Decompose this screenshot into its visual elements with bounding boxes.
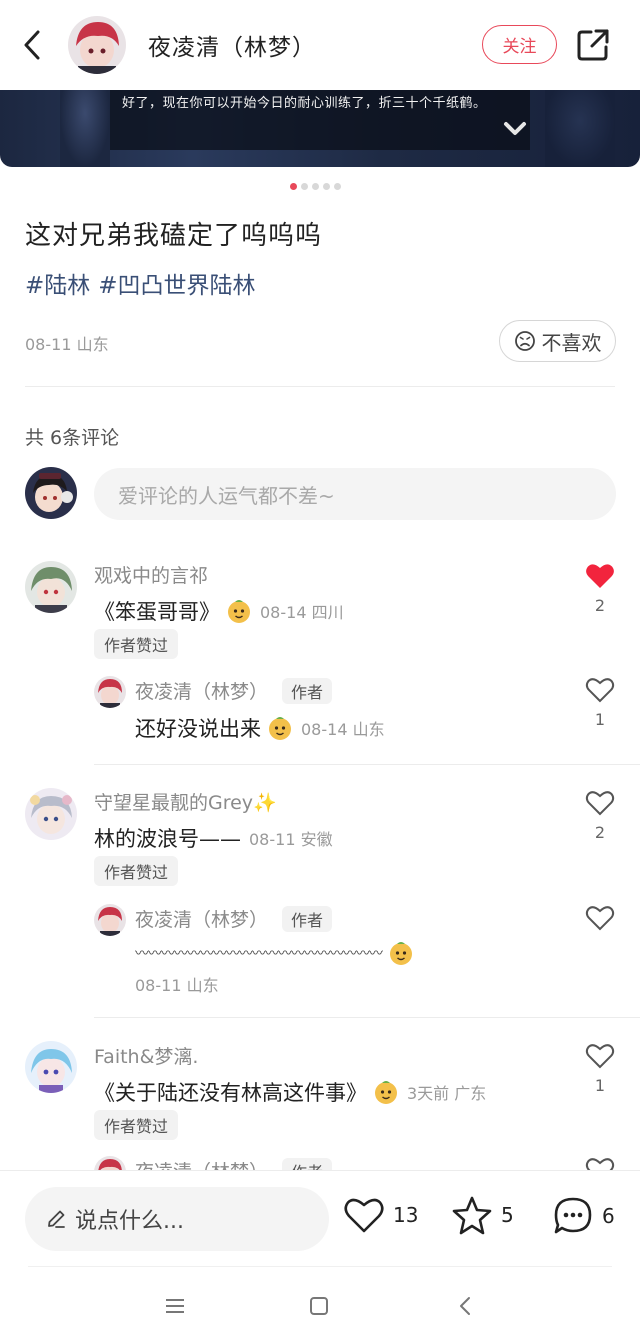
top-header: 夜凌清（林梦） 关注	[0, 0, 640, 90]
carousel-dot-active	[290, 183, 297, 190]
author-badge: 作者	[282, 677, 333, 704]
heart-outline-icon	[585, 906, 615, 931]
comment-count-label: 共 6条评论	[25, 427, 120, 449]
back-arrow-icon[interactable]	[18, 26, 50, 64]
sad-face-icon	[514, 331, 535, 351]
heart-outline-icon	[585, 1044, 615, 1069]
like-count: 2	[594, 823, 606, 842]
like-count: 1	[594, 1076, 606, 1095]
comment-text: 林的波浪号—— 08-11 安徽	[94, 823, 333, 853]
author-avatar[interactable]	[68, 16, 126, 74]
comment-body: 林的波浪号——	[94, 827, 241, 851]
reply-like-button[interactable]	[580, 904, 620, 932]
comment-body: 《关于陆还没有林高这件事》	[94, 1081, 367, 1105]
pencil-icon	[48, 1210, 65, 1228]
emoji-face-icon	[390, 942, 412, 965]
emoji-face-icon	[269, 717, 291, 740]
comment-like-button[interactable]: 2	[580, 562, 620, 615]
share-icon[interactable]	[576, 28, 610, 62]
comment-bubble-icon	[554, 1197, 592, 1234]
chevron-down-icon	[503, 120, 527, 138]
emoji-face-icon	[228, 600, 250, 623]
carousel-dot	[323, 183, 330, 190]
say-placeholder: 说点什么...	[75, 1209, 184, 1234]
post-title: 这对兄弟我磕定了呜呜呜	[25, 221, 323, 251]
author-liked-badge: 作者赞过	[94, 629, 179, 659]
dislike-label: 不喜欢	[541, 330, 602, 355]
author-liked-badge: 作者赞过	[94, 1110, 179, 1140]
commenter-name[interactable]: Faith&梦漓.	[94, 1042, 198, 1069]
comment-date-location: 08-11 安徽	[249, 830, 333, 849]
image-figure-left	[60, 90, 110, 167]
section-divider	[25, 386, 615, 387]
image-figure-right	[545, 90, 615, 167]
carousel-dot	[301, 183, 308, 190]
comment-like-button[interactable]: 1	[580, 1042, 620, 1095]
like-count: 2	[594, 596, 606, 615]
reply-date-location: 08-11 山东	[135, 976, 219, 995]
reply-like-button[interactable]: 1	[580, 676, 620, 729]
reply-avatar[interactable]	[94, 676, 126, 708]
nav-back-icon[interactable]	[450, 1291, 480, 1321]
reply-text: 还好没说出来 08-14 山东	[135, 713, 385, 743]
favorite-action[interactable]: 5	[451, 1195, 514, 1235]
carousel-indicator	[290, 183, 341, 190]
author-name[interactable]: 夜凌清（林梦）	[148, 28, 316, 62]
heart-outline-icon	[344, 1198, 384, 1233]
reply-author-name[interactable]: 夜凌清（林梦）	[135, 905, 268, 932]
emoji-face-icon	[375, 1081, 397, 1104]
comment-text: 《笨蛋哥哥》 08-14 四川	[94, 596, 344, 626]
like-action[interactable]: 13	[343, 1195, 418, 1235]
image-subtitle-text: 好了，现在你可以开始今日的耐心训练了，折三十个千纸鹤。	[122, 96, 487, 111]
menu-icon[interactable]	[160, 1291, 190, 1321]
comment-input[interactable]: 爱评论的人运气都不差~	[94, 468, 616, 520]
tag-link[interactable]: #凹凸世界陆林	[98, 266, 255, 300]
post-image-carousel[interactable]: 好了，现在你可以开始今日的耐心训练了，折三十个千纸鹤。	[0, 90, 640, 167]
commenter-name[interactable]: 守望星最靓的Grey✨	[94, 788, 277, 815]
say-something-input[interactable]: 说点什么...	[25, 1187, 329, 1251]
tag-link[interactable]: #陆林	[25, 266, 90, 300]
reply-header: 夜凌清（林梦） 作者	[135, 905, 333, 932]
comment-text: 《关于陆还没有林高这件事》 3天前 广东	[94, 1077, 486, 1107]
heart-outline-icon	[585, 791, 615, 816]
star-outline-icon	[452, 1196, 492, 1235]
author-badge: 作者	[282, 905, 333, 932]
comment-date-location: 3天前 广东	[407, 1084, 487, 1103]
post-date-location: 08-11 山东	[25, 335, 109, 354]
comment-date-location: 08-14 四川	[260, 603, 344, 622]
like-count: 1	[594, 710, 606, 729]
author-liked-badge: 作者赞过	[94, 856, 179, 886]
follow-button[interactable]: 关注	[482, 25, 557, 64]
comment-like-button[interactable]: 2	[580, 789, 620, 842]
carousel-dot	[312, 183, 319, 190]
comment-count: 6	[602, 1204, 615, 1228]
my-avatar	[25, 467, 77, 519]
comment-action[interactable]: 6	[552, 1195, 615, 1237]
comment-divider	[94, 1017, 640, 1018]
reply-header: 夜凌清（林梦） 作者	[135, 677, 333, 704]
commenter-avatar[interactable]	[25, 788, 77, 840]
commenter-name[interactable]: 观戏中的言祁	[94, 561, 208, 588]
reply-text: 〰〰〰〰〰〰〰〰〰〰〰〰〰〰〰〰〰〰〰	[135, 940, 414, 966]
favorite-count: 5	[501, 1203, 514, 1227]
reply-date-location: 08-14 山东	[301, 720, 385, 739]
home-icon[interactable]	[304, 1291, 334, 1321]
reply-body: 还好没说出来	[135, 717, 261, 741]
system-navigation-bar	[0, 1271, 640, 1342]
comment-body: 《笨蛋哥哥》	[94, 600, 220, 624]
nav-divider	[28, 1266, 612, 1267]
dislike-button[interactable]: 不喜欢	[499, 320, 616, 362]
heart-outline-icon	[585, 678, 615, 703]
reply-body: 〰〰〰〰〰〰〰〰〰〰〰〰〰〰〰〰〰〰〰	[135, 946, 383, 962]
bottom-action-bar: 说点什么... 13 5 6	[0, 1170, 640, 1342]
post-tags: #陆林 #凹凸世界陆林	[25, 266, 256, 300]
commenter-avatar[interactable]	[25, 561, 77, 613]
reply-author-name[interactable]: 夜凌清（林梦）	[135, 677, 268, 704]
reply-avatar[interactable]	[94, 904, 126, 936]
comment-divider	[94, 764, 640, 765]
heart-filled-icon	[586, 564, 614, 588]
carousel-dot	[334, 183, 341, 190]
like-count: 13	[393, 1203, 419, 1227]
commenter-avatar[interactable]	[25, 1041, 77, 1093]
